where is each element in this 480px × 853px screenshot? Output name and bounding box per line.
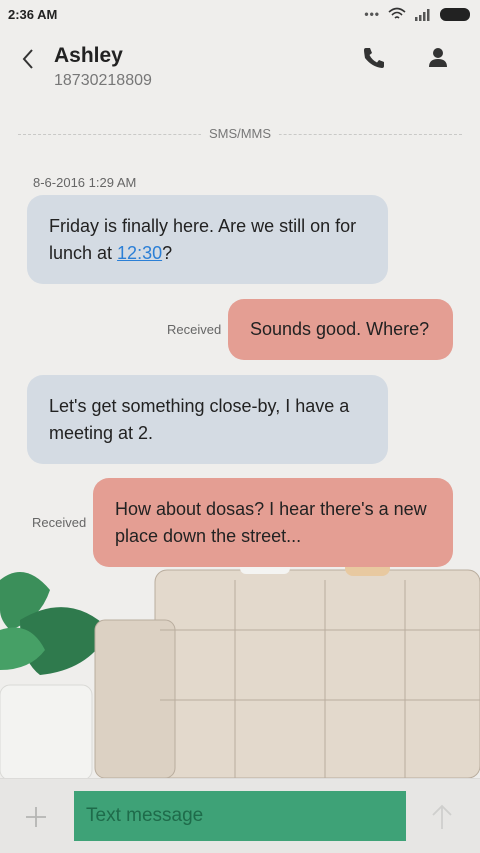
message-bubble-incoming[interactable]: Friday is finally here. Are we still on … xyxy=(27,195,388,284)
wifi-icon xyxy=(388,7,406,19)
contact-number: 18730218809 xyxy=(54,72,152,89)
message-input[interactable]: Text message xyxy=(74,791,406,841)
phone-icon[interactable] xyxy=(360,44,388,72)
message-bubble-incoming[interactable]: Let's get something close-by, I have a m… xyxy=(27,375,388,464)
send-arrow-icon[interactable] xyxy=(430,803,454,831)
delivery-status: Received xyxy=(167,322,222,337)
wallpaper-illustration xyxy=(0,560,480,778)
person-icon[interactable] xyxy=(424,44,452,72)
message-text: How about dosas? I hear there's a new pl… xyxy=(115,498,427,546)
message-bubble-outgoing[interactable]: Sounds good. Where? xyxy=(228,299,453,360)
time-link[interactable]: 12:30 xyxy=(117,243,162,263)
delivery-status: Received xyxy=(32,515,87,530)
message-text: Let's get something close-by, I have a m… xyxy=(49,395,350,443)
status-bar: 2:36 AM ••• xyxy=(0,0,480,28)
message-text: Sounds good. Where? xyxy=(250,319,430,339)
message-text: Friday is finally here. Are we still on … xyxy=(49,215,357,263)
back-arrow-icon[interactable] xyxy=(14,44,44,74)
add-icon[interactable] xyxy=(22,803,50,831)
channel-divider: SMS/MMS xyxy=(18,126,462,141)
status-time: 2:36 AM xyxy=(8,6,58,22)
contact-name: Ashley xyxy=(54,44,123,67)
channel-label: SMS/MMS xyxy=(200,126,280,141)
conversation-header: Ashley 18730218809 xyxy=(0,36,480,106)
message-bubble-outgoing[interactable]: How about dosas? I hear there's a new pl… xyxy=(93,478,453,567)
status-icons: ••• xyxy=(364,7,470,21)
compose-bar: Text message xyxy=(0,778,480,853)
more-dots-icon: ••• xyxy=(364,7,380,21)
battery-icon xyxy=(440,7,470,21)
signal-icon xyxy=(415,8,430,21)
message-timestamp: 8-6-2016 1:29 AM xyxy=(33,175,137,190)
